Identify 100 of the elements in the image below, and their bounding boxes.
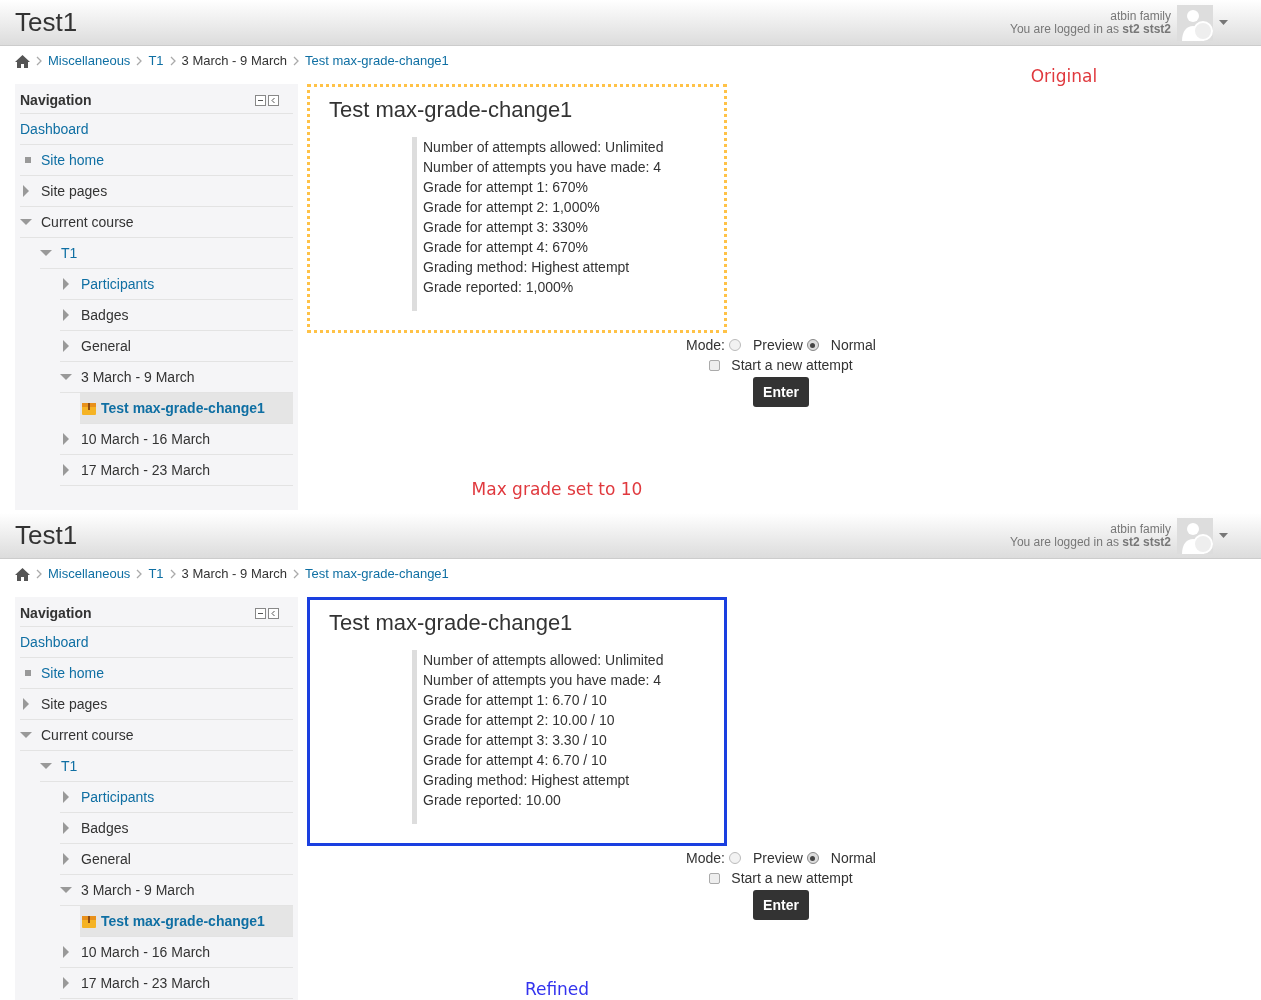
radio-label: Normal [830,335,876,355]
nav-item[interactable]: Current course [20,720,293,751]
nav-item[interactable]: Participants [60,269,293,300]
quiz-info-line: Grade for attempt 2: 10.00 / 10 [423,711,616,730]
caret-right-icon [62,464,70,476]
chevron-right-icon [293,569,300,579]
breadcrumb-text: 3 March - 9 March [181,565,288,584]
caret-right-icon [62,791,70,803]
bullet-icon [25,157,31,163]
user-name: atbin family [1110,9,1171,23]
new-attempt-checkbox[interactable]: Start a new attempt [709,355,853,375]
caret-down-icon [40,762,52,770]
breadcrumb-text: 3 March - 9 March [181,52,288,71]
breadcrumb-link[interactable]: Miscellaneous [48,51,131,71]
caret-right-icon [62,278,70,290]
enter-button[interactable]: Enter [753,377,809,407]
block-title: Navigation [20,90,92,110]
caret-right-icon [62,977,70,989]
quiz-title: Test max-grade-change1 [329,609,574,637]
quiz-icon [81,913,97,929]
chevron-right-icon [36,56,42,66]
chevron-right-icon [36,569,42,579]
nav-item[interactable]: Site pages [20,176,293,207]
nav-item[interactable]: T1 [40,238,293,269]
radio-button[interactable] [729,339,741,351]
nav-item[interactable]: Participants [60,782,293,813]
nav-item[interactable]: Dashboard [20,627,293,658]
block-title: Navigation [20,603,92,623]
nav-item[interactable]: 10 March - 16 March [60,424,293,455]
nav-item[interactable]: Site pages [20,689,293,720]
nav-item[interactable]: Site home [20,658,293,689]
nav-item[interactable]: Test max-grade-change1 [80,906,293,937]
chevron-right-icon [136,569,143,579]
quiz-info-line: Grade for attempt 3: 330% [423,218,589,237]
annotation-label: Refined [524,978,590,1000]
radio-label: Preview [753,335,803,355]
breadcrumb-link[interactable]: T1 [148,564,164,584]
radio-label: Preview [753,848,803,868]
nav-item[interactable]: 17 March - 23 March [60,968,293,999]
mode-label: Mode: [686,335,725,355]
nav-item[interactable]: Site home [20,145,293,176]
radio-button[interactable] [806,852,819,864]
caret-right-icon [62,433,70,445]
quiz-info-line: Grade for attempt 3: 3.30 / 10 [423,731,608,750]
quiz-info-line: Grade for attempt 2: 1,000% [423,198,601,217]
quiz-icon [81,400,97,416]
radio-button[interactable] [729,852,741,864]
chevron-right-icon [293,56,300,66]
nav-item[interactable]: General [60,844,293,875]
caret-down-icon [60,373,72,381]
caret-right-icon [62,309,70,321]
nav-item[interactable]: T1 [40,751,293,782]
nav-item[interactable]: Current course [20,207,293,238]
chevron-right-icon [136,56,143,66]
caret-right-icon [22,185,30,197]
page-title: Test1 [15,519,78,552]
nav-item[interactable]: Test max-grade-change1 [80,393,293,424]
breadcrumb-link[interactable]: T1 [148,51,164,71]
nav-item[interactable]: General [60,331,293,362]
quiz-info-line: Number of attempts you have made: 4 [423,158,663,177]
annotation-label: Max grade set to 10 [471,478,643,500]
quiz-title: Test max-grade-change1 [329,96,574,124]
breadcrumb-link[interactable]: Test max-grade-change1 [305,564,449,584]
nav-item[interactable]: Badges [60,813,293,844]
caret-right-icon [62,946,70,958]
new-attempt-checkbox[interactable]: Start a new attempt [709,868,853,888]
quiz-info-line: Grading method: Highest attempt [423,771,631,790]
login-info: You are logged in as st2 stst2 [1010,22,1171,36]
breadcrumb-link[interactable]: Test max-grade-change1 [305,51,449,71]
minimize-icon[interactable] [255,607,266,619]
radio-label: Normal [830,848,876,868]
minimize-icon[interactable] [255,94,266,106]
breadcrumb-link[interactable]: Miscellaneous [48,564,131,584]
nav-item[interactable]: 17 March - 23 March [60,455,293,486]
quiz-info-line: Grade for attempt 1: 6.70 / 10 [423,691,608,710]
bullet-icon [25,670,31,676]
home-icon[interactable] [15,54,30,68]
dock-icon[interactable] [268,607,279,619]
nav-item[interactable]: Dashboard [20,114,293,145]
caret-right-icon [22,698,30,710]
quiz-info-line: Grade reported: 1,000% [423,278,575,297]
quiz-info-line: Number of attempts you have made: 4 [423,671,663,690]
nav-item[interactable]: 10 March - 16 March [60,937,293,968]
user-name: atbin family [1110,522,1171,536]
caret-down-icon[interactable] [1219,20,1228,25]
quiz-info-line: Grading method: Highest attempt [423,258,631,277]
chevron-right-icon [169,569,176,579]
caret-down-icon [20,218,32,226]
quiz-info-line: Grade for attempt 4: 6.70 / 10 [423,751,608,770]
chevron-right-icon [169,56,176,66]
annotation-label: Original [1030,65,1098,88]
home-icon[interactable] [15,567,30,581]
caret-down-icon[interactable] [1219,533,1228,538]
nav-item[interactable]: Badges [60,300,293,331]
caret-right-icon [62,340,70,352]
caret-down-icon [20,731,32,739]
radio-button[interactable] [806,339,819,351]
enter-button[interactable]: Enter [753,890,809,920]
quiz-info-line: Grade for attempt 1: 670% [423,178,589,197]
dock-icon[interactable] [268,94,279,106]
